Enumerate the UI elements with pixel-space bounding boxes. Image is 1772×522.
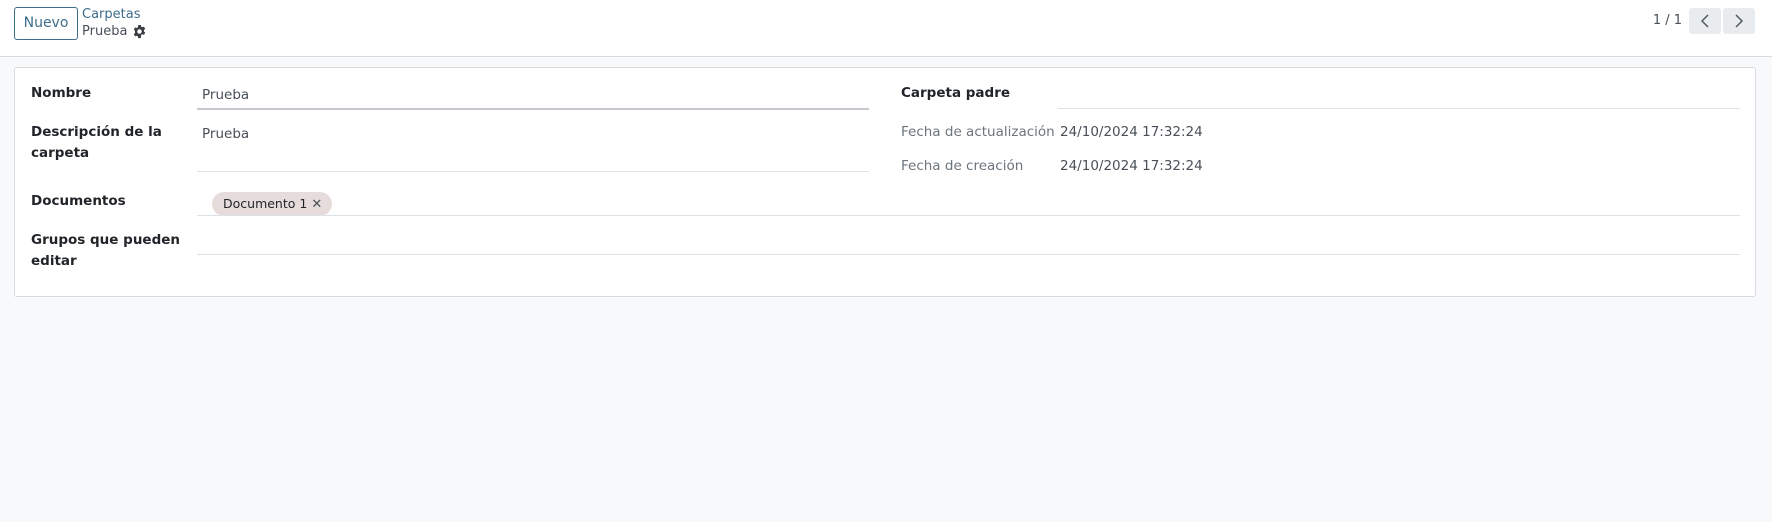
chevron-right-icon — [1735, 14, 1743, 28]
carpeta-padre-label: Carpeta padre — [901, 85, 1011, 101]
control-panel: Nuevo Carpetas Prueba 1 / 1 — [0, 0, 1772, 57]
document-tag-label: Documento 1 — [223, 196, 308, 211]
nombre-label: Nombre — [31, 85, 92, 101]
fecha-creacion-value: 24/10/2024 17:32:24 — [1060, 158, 1203, 174]
grupos-label-line1: Grupos que pueden — [31, 232, 181, 248]
carpeta-padre-input[interactable] — [1058, 108, 1740, 109]
pager-next-button[interactable] — [1723, 8, 1755, 34]
descripcion-underline — [197, 171, 869, 172]
new-button[interactable]: Nuevo — [14, 7, 78, 40]
document-tag: Documento 1 ✕ — [212, 192, 333, 217]
gear-icon[interactable] — [132, 24, 147, 39]
fecha-actualizacion-value: 24/10/2024 17:32:24 — [1060, 124, 1203, 140]
grupos-input-underline[interactable] — [197, 254, 1740, 255]
descripcion-label-line1: Descripción de la — [31, 124, 162, 140]
fecha-actualizacion-label: Fecha de actualización — [901, 124, 1055, 140]
close-icon[interactable]: ✕ — [311, 193, 322, 217]
nombre-input-underline — [197, 108, 869, 110]
breadcrumb-folders-link[interactable]: Carpetas — [82, 7, 140, 22]
breadcrumb-current: Prueba — [82, 24, 128, 39]
documentos-underline — [197, 215, 1740, 216]
descripcion-input[interactable]: Prueba — [202, 124, 249, 145]
nombre-input[interactable]: Prueba — [202, 85, 249, 106]
documentos-label: Documentos — [31, 193, 126, 209]
chevron-left-icon — [1701, 14, 1709, 28]
fecha-creacion-label: Fecha de creación — [901, 158, 1024, 174]
descripcion-label-line2: carpeta — [31, 145, 90, 161]
pager-previous-button[interactable] — [1689, 8, 1721, 34]
form-sheet: Nombre Prueba Descripción de la carpeta … — [14, 67, 1756, 297]
pager-value[interactable]: 1 / 1 — [1653, 13, 1682, 28]
grupos-label-line2: editar — [31, 253, 77, 269]
